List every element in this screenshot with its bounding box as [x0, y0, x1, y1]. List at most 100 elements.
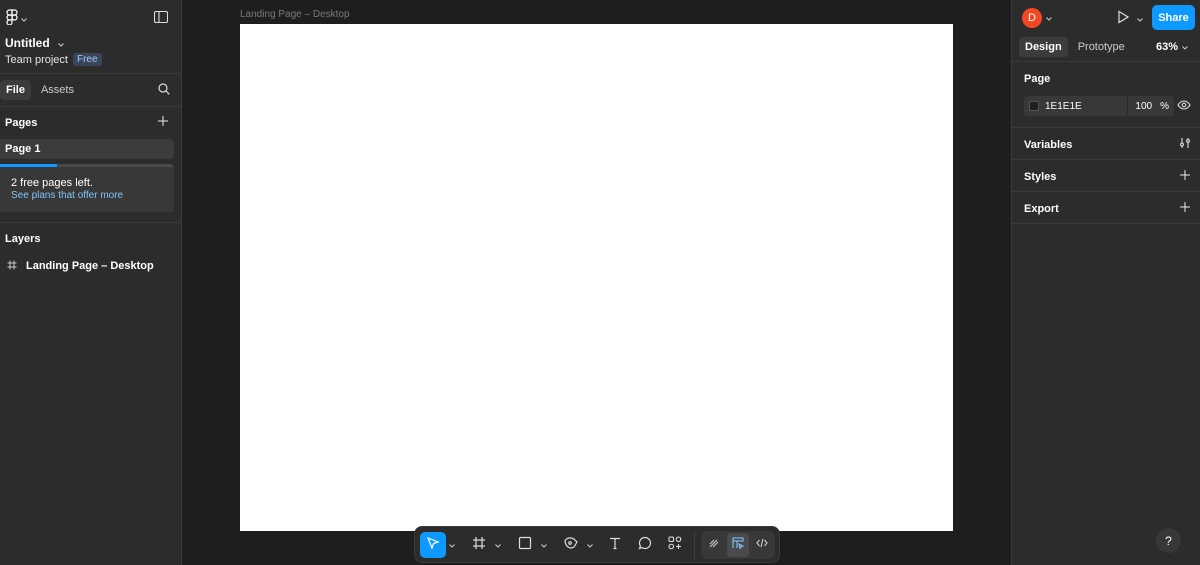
- left-tabs: File Assets: [0, 74, 181, 107]
- draw-mode-button[interactable]: [703, 533, 725, 557]
- export-section: Export: [1012, 192, 1200, 224]
- main-menu-button[interactable]: [6, 9, 27, 28]
- chevron-down-icon: [495, 539, 501, 551]
- plus-icon: [1179, 202, 1191, 216]
- text-tool-button[interactable]: [602, 532, 628, 558]
- canvas[interactable]: Landing Page – Desktop: [182, 0, 1011, 565]
- present-button[interactable]: [1117, 10, 1143, 27]
- play-icon: [1117, 10, 1130, 27]
- comment-tool-button[interactable]: [632, 532, 658, 558]
- page-color-field[interactable]: 1E1E1E: [1024, 96, 1127, 116]
- chevron-down-icon: [587, 539, 593, 551]
- tab-design[interactable]: Design: [1019, 37, 1068, 57]
- text-tool-icon: [608, 536, 622, 553]
- right-header: D Share Design Prototype 63%: [1012, 0, 1200, 62]
- tab-prototype[interactable]: Prototype: [1072, 37, 1131, 57]
- variables-icon: [1179, 138, 1191, 152]
- opacity-value: 100: [1135, 100, 1153, 112]
- dev-mode-icon: [756, 537, 768, 552]
- chevron-down-icon: [449, 539, 455, 551]
- rectangle-tool-icon: [518, 536, 532, 553]
- share-button[interactable]: Share: [1152, 5, 1195, 30]
- actions-icon: [668, 536, 682, 553]
- page-opacity-field[interactable]: 100 %: [1126, 96, 1174, 116]
- user-menu-button[interactable]: D: [1022, 8, 1052, 28]
- avatar: D: [1022, 8, 1042, 28]
- project-name[interactable]: Team project: [5, 54, 68, 66]
- see-plans-link[interactable]: See plans that offer more: [11, 190, 123, 201]
- sidebar-toggle-button[interactable]: [153, 10, 169, 26]
- pages-title: Pages: [5, 117, 38, 129]
- free-pages-notice: 2 free pages left. See plans that offer …: [0, 164, 174, 212]
- opacity-unit: %: [1160, 100, 1169, 112]
- tab-assets[interactable]: Assets: [35, 80, 80, 100]
- frame-label[interactable]: Landing Page – Desktop: [240, 9, 350, 20]
- pen-tool-button[interactable]: [558, 532, 584, 558]
- search-icon: [158, 83, 170, 98]
- page-item[interactable]: Page 1: [0, 139, 174, 159]
- variables-button[interactable]: [1179, 137, 1191, 152]
- plus-icon: [1179, 170, 1191, 184]
- chevron-down-icon: [1182, 41, 1188, 53]
- variables-title: Variables: [1024, 139, 1073, 151]
- frame-tool-icon: [472, 536, 486, 553]
- help-button[interactable]: ?: [1156, 528, 1181, 553]
- move-tool-menu[interactable]: [446, 532, 458, 558]
- actions-button[interactable]: [662, 532, 688, 558]
- move-cursor-icon: [426, 536, 440, 553]
- draw-mode-icon: [708, 537, 720, 552]
- free-pages-text: 2 free pages left.: [11, 177, 93, 189]
- file-name-dropdown[interactable]: Untitled: [5, 36, 64, 50]
- left-panel: Untitled Team project Free File Assets P…: [0, 0, 182, 565]
- pen-tool-menu[interactable]: [584, 532, 596, 558]
- chevron-down-icon: [21, 13, 27, 25]
- add-export-button[interactable]: [1179, 201, 1191, 216]
- move-tool-button[interactable]: [420, 531, 446, 558]
- plus-icon: [157, 116, 169, 130]
- export-title: Export: [1024, 203, 1059, 215]
- tab-file[interactable]: File: [0, 80, 31, 100]
- frame-hash-icon: [7, 260, 17, 273]
- comment-icon: [638, 536, 652, 553]
- pages-header: Pages: [0, 107, 181, 139]
- chevron-down-icon: [1046, 12, 1052, 24]
- zoom-level: 63%: [1155, 41, 1178, 53]
- dev-mode-button[interactable]: [751, 533, 773, 557]
- file-header: Untitled Team project Free: [0, 0, 181, 74]
- frame-tool-menu[interactable]: [492, 532, 504, 558]
- file-name: Untitled: [5, 36, 50, 50]
- search-button[interactable]: [158, 83, 170, 98]
- layers-header: Layers: [0, 223, 181, 255]
- sidebar-toggle-icon: [153, 10, 169, 26]
- pen-tool-icon: [563, 536, 579, 553]
- rectangle-tool-menu[interactable]: [538, 532, 550, 558]
- rectangle-tool-button[interactable]: [512, 532, 538, 558]
- layer-item-label: Landing Page – Desktop: [26, 260, 154, 272]
- project-info: Team project Free: [5, 53, 102, 66]
- free-pages-progress-fill: [0, 164, 58, 167]
- plan-badge: Free: [72, 53, 102, 66]
- free-pages-progress: [0, 164, 174, 167]
- add-style-button[interactable]: [1179, 169, 1191, 184]
- page-color-row: 1E1E1E 100 %: [1024, 96, 1174, 116]
- design-mode-button[interactable]: [727, 532, 749, 557]
- layer-item[interactable]: Landing Page – Desktop: [0, 255, 181, 277]
- add-page-button[interactable]: [157, 115, 169, 130]
- design-mode-icon: [732, 537, 745, 552]
- layers-title: Layers: [5, 233, 41, 245]
- zoom-dropdown[interactable]: 63%: [1156, 41, 1188, 53]
- frame[interactable]: [240, 24, 953, 531]
- page-item-label: Page 1: [5, 143, 41, 155]
- toolbar-separator: [694, 530, 695, 559]
- page-section-title: Page: [1024, 73, 1051, 85]
- color-swatch[interactable]: [1029, 101, 1039, 111]
- chevron-down-icon: [1137, 13, 1143, 25]
- right-tabs: Design Prototype: [1019, 37, 1131, 57]
- right-panel: D Share Design Prototype 63% Page 1E1E1E: [1011, 0, 1200, 565]
- styles-title: Styles: [1024, 171, 1057, 183]
- bottom-toolbar: [414, 526, 780, 563]
- chevron-down-icon: [541, 539, 547, 551]
- frame-tool-button[interactable]: [466, 532, 492, 558]
- visibility-toggle[interactable]: [1177, 100, 1191, 113]
- mode-switcher: [701, 530, 775, 559]
